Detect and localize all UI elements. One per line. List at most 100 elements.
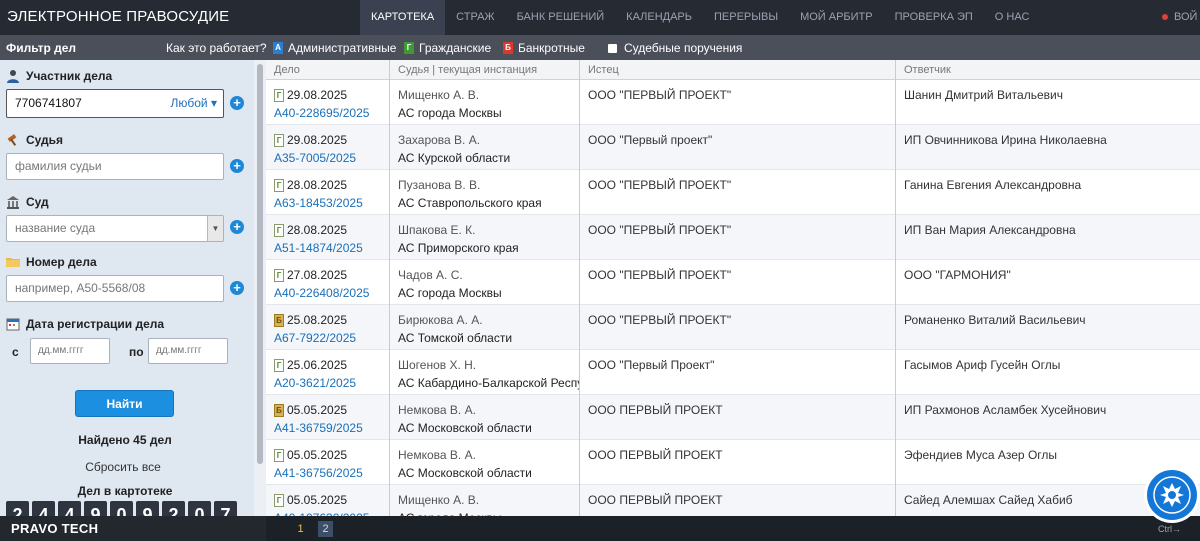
defendant-name: ООО "ГАРМОНИЯ" [904, 268, 1011, 282]
plaintiff-cell: ООО ПЕРВЫЙ ПРОЕКТ [580, 440, 896, 485]
filter-civil[interactable]: Г Гражданские [404, 41, 491, 55]
add-court-button[interactable]: + [230, 220, 244, 234]
civil-case-icon: Г [274, 178, 284, 192]
court-name: АС Кабардино-Балкарской Респуб [398, 376, 580, 390]
main-nav: КАРТОТЕКА СТРАЖ БАНК РЕШЕНИЙ КАЛЕНДАРЬ П… [360, 0, 1040, 35]
filter-court-orders[interactable]: Судебные поручения [608, 41, 742, 55]
table-row[interactable]: Г 28.08.2025 А51-14874/2025 Шпакова Е. К. АС… [266, 215, 1200, 260]
defendant-cell: Гасымов Ариф Гусейн Оглы [896, 350, 1200, 395]
case-number-link[interactable]: А40-226408/2025 [274, 286, 369, 300]
reset-link[interactable]: Сбросить все [0, 460, 246, 474]
case-date-text: 28.08.2025 [287, 178, 348, 192]
add-participant-button[interactable]: + [230, 96, 244, 110]
case-number-link[interactable]: А63-18453/2025 [274, 196, 363, 210]
filter-title: Фильтр дел [6, 41, 77, 55]
judge-input[interactable]: фамилия судьи [6, 153, 224, 180]
case-date: Г 05.05.2025 [274, 493, 347, 507]
nav-breaks[interactable]: ПЕРЕРЫВЫ [703, 0, 789, 35]
plaintiff-cell: ООО "Первый Проект" [580, 350, 896, 395]
plaintiff-cell: ООО "ПЕРВЫЙ ПРОЕКТ" [580, 305, 896, 350]
table-row[interactable]: Г 27.08.2025 А40-226408/2025 Чадов А. С. АС … [266, 260, 1200, 305]
case-number-link[interactable]: А20-3621/2025 [274, 376, 356, 390]
judge-label-text: Судья [26, 133, 64, 147]
participant-input[interactable]: 7706741807 Любой ▾ [6, 89, 224, 118]
how-it-works-link[interactable]: Как это работает? [166, 41, 267, 55]
courthouse-icon [6, 195, 20, 209]
table-row[interactable]: Г05.05.2025А40-107630/2025Мищенко А. В.А… [266, 485, 1200, 516]
filter-bankruptcy[interactable]: Б Банкротные [503, 41, 585, 55]
counter-digit: 2 [162, 501, 185, 516]
plaintiff-name: ООО ПЕРВЫЙ ПРОЕКТ [588, 448, 723, 462]
nav-bank-resheniy[interactable]: БАНК РЕШЕНИЙ [506, 0, 616, 35]
court-name: АС Томской области [398, 331, 513, 345]
table-row[interactable]: Г 05.05.2025 А41-36756/2025 Немкова В. А. АС… [266, 440, 1200, 485]
case-number-label: Номер дела [6, 255, 97, 269]
table-row[interactable]: Г 25.06.2025 А20-3621/2025 Шогенов Х. Н. АС … [266, 350, 1200, 395]
add-case-number-button[interactable]: + [230, 281, 244, 295]
table-row[interactable]: Г 28.08.2025 А63-18453/2025 Пузанова В. В. А… [266, 170, 1200, 215]
date-to-input[interactable]: дд.мм.гггг [148, 338, 228, 364]
table-row[interactable]: Г 29.08.2025 А35-7005/2025 Захарова В. А. АС… [266, 125, 1200, 170]
defendant-name: Гасымов Ариф Гусейн Оглы [904, 358, 1061, 372]
nav-check-signature[interactable]: ПРОВЕРКА ЭП [884, 0, 984, 35]
nav-my-arbitr[interactable]: МОЙ АРБИТР [789, 0, 884, 35]
counter-digit: 2 [6, 501, 29, 516]
app-title[interactable]: ЭЛЕКТРОННОЕ ПРАВОСУДИЕ [7, 8, 229, 25]
nav-calendar[interactable]: КАЛЕНДАРЬ [615, 0, 703, 35]
court-select[interactable]: название суда ▼ [6, 215, 224, 242]
court-label-text: Суд [26, 195, 49, 209]
find-button[interactable]: Найти [75, 390, 174, 417]
sidebar-scroll-thumb[interactable] [257, 64, 263, 464]
participant-role-select[interactable]: Любой ▾ [171, 90, 218, 117]
filter-bar: Фильтр дел Как это работает? А Администр… [0, 35, 1200, 60]
login-link[interactable]: ВОЙ [1162, 0, 1197, 35]
table-row[interactable]: Г 29.08.2025 А40-228695/2025 Мищенко А. В. А… [266, 80, 1200, 125]
participant-label-text: Участник дела [26, 69, 113, 83]
emblem-badge[interactable] [1144, 467, 1200, 523]
sidebar-scrollbar[interactable] [254, 60, 266, 516]
date-to-label: по [129, 345, 144, 359]
defendant-name: Эфендиев Муса Азер Оглы [904, 448, 1058, 462]
pagination: 1 2 [266, 516, 1200, 541]
civil-case-icon: Г [274, 268, 284, 282]
table-row[interactable]: Б 05.05.2025 А41-36759/2025 Немкова В. А. АС… [266, 395, 1200, 440]
case-number-link[interactable]: А67-7922/2025 [274, 331, 356, 345]
defendant-name: ИП Ван Мария Александровна [904, 223, 1076, 237]
plaintiff-name: ООО "ПЕРВЫЙ ПРОЕКТ" [588, 313, 732, 327]
court-name: АС Ставропольского края [398, 196, 542, 210]
bankruptcy-case-icon: Б [274, 313, 284, 327]
judge-name: Мищенко А. В. [398, 493, 480, 507]
nav-strazh[interactable]: СТРАЖ [445, 0, 505, 35]
case-date: Г 28.08.2025 [274, 178, 347, 192]
case-number-link[interactable]: А41-36759/2025 [274, 421, 363, 435]
nav-about[interactable]: О НАС [984, 0, 1041, 35]
case-number-link[interactable]: А41-36756/2025 [274, 466, 363, 480]
case-date-text: 27.08.2025 [287, 268, 348, 282]
case-number-link[interactable]: А40-228695/2025 [274, 106, 369, 120]
bottom-bar: PRAVO TECH 1 2 Ctrl→ [0, 516, 1200, 541]
case-number-input[interactable]: например, А50-5568/08 [6, 275, 224, 302]
table-row[interactable]: Б 25.08.2025 А67-7922/2025 Бирюкова А. А. АС… [266, 305, 1200, 350]
court-name: АС Московской области [398, 421, 532, 435]
judge-name: Пузанова В. В. [398, 178, 481, 192]
court-name: АС города Москвы [398, 106, 502, 120]
pravo-tech-logo[interactable]: PRAVO TECH [11, 521, 98, 536]
filter-administrative[interactable]: А Административные [273, 41, 396, 55]
judge-cell: Захарова В. А. АС Курской области [390, 125, 580, 170]
date-from-input[interactable]: дд.мм.гггг [30, 338, 110, 364]
case-cell: Г 05.05.2025 А41-36756/2025 [266, 440, 390, 485]
court-orders-checkbox[interactable] [608, 43, 617, 53]
court-dropdown-icon[interactable]: ▼ [207, 216, 223, 241]
defendant-cell: ИП Овчинникова Ирина Николаевна [896, 125, 1200, 170]
case-cell: Г 28.08.2025 А63-18453/2025 [266, 170, 390, 215]
court-name: АС Приморского края [398, 241, 519, 255]
page-1[interactable]: 1 [293, 521, 308, 537]
case-number-link[interactable]: А35-7005/2025 [274, 151, 356, 165]
add-judge-button[interactable]: + [230, 159, 244, 173]
page-2[interactable]: 2 [318, 521, 333, 537]
nav-kartoteka[interactable]: КАРТОТЕКА [360, 0, 446, 35]
case-number-link[interactable]: А51-14874/2025 [274, 241, 363, 255]
col-judge: Судья | текущая инстанция [390, 60, 580, 80]
counter-digit: 7 [214, 501, 237, 516]
col-case: Дело [266, 60, 390, 80]
